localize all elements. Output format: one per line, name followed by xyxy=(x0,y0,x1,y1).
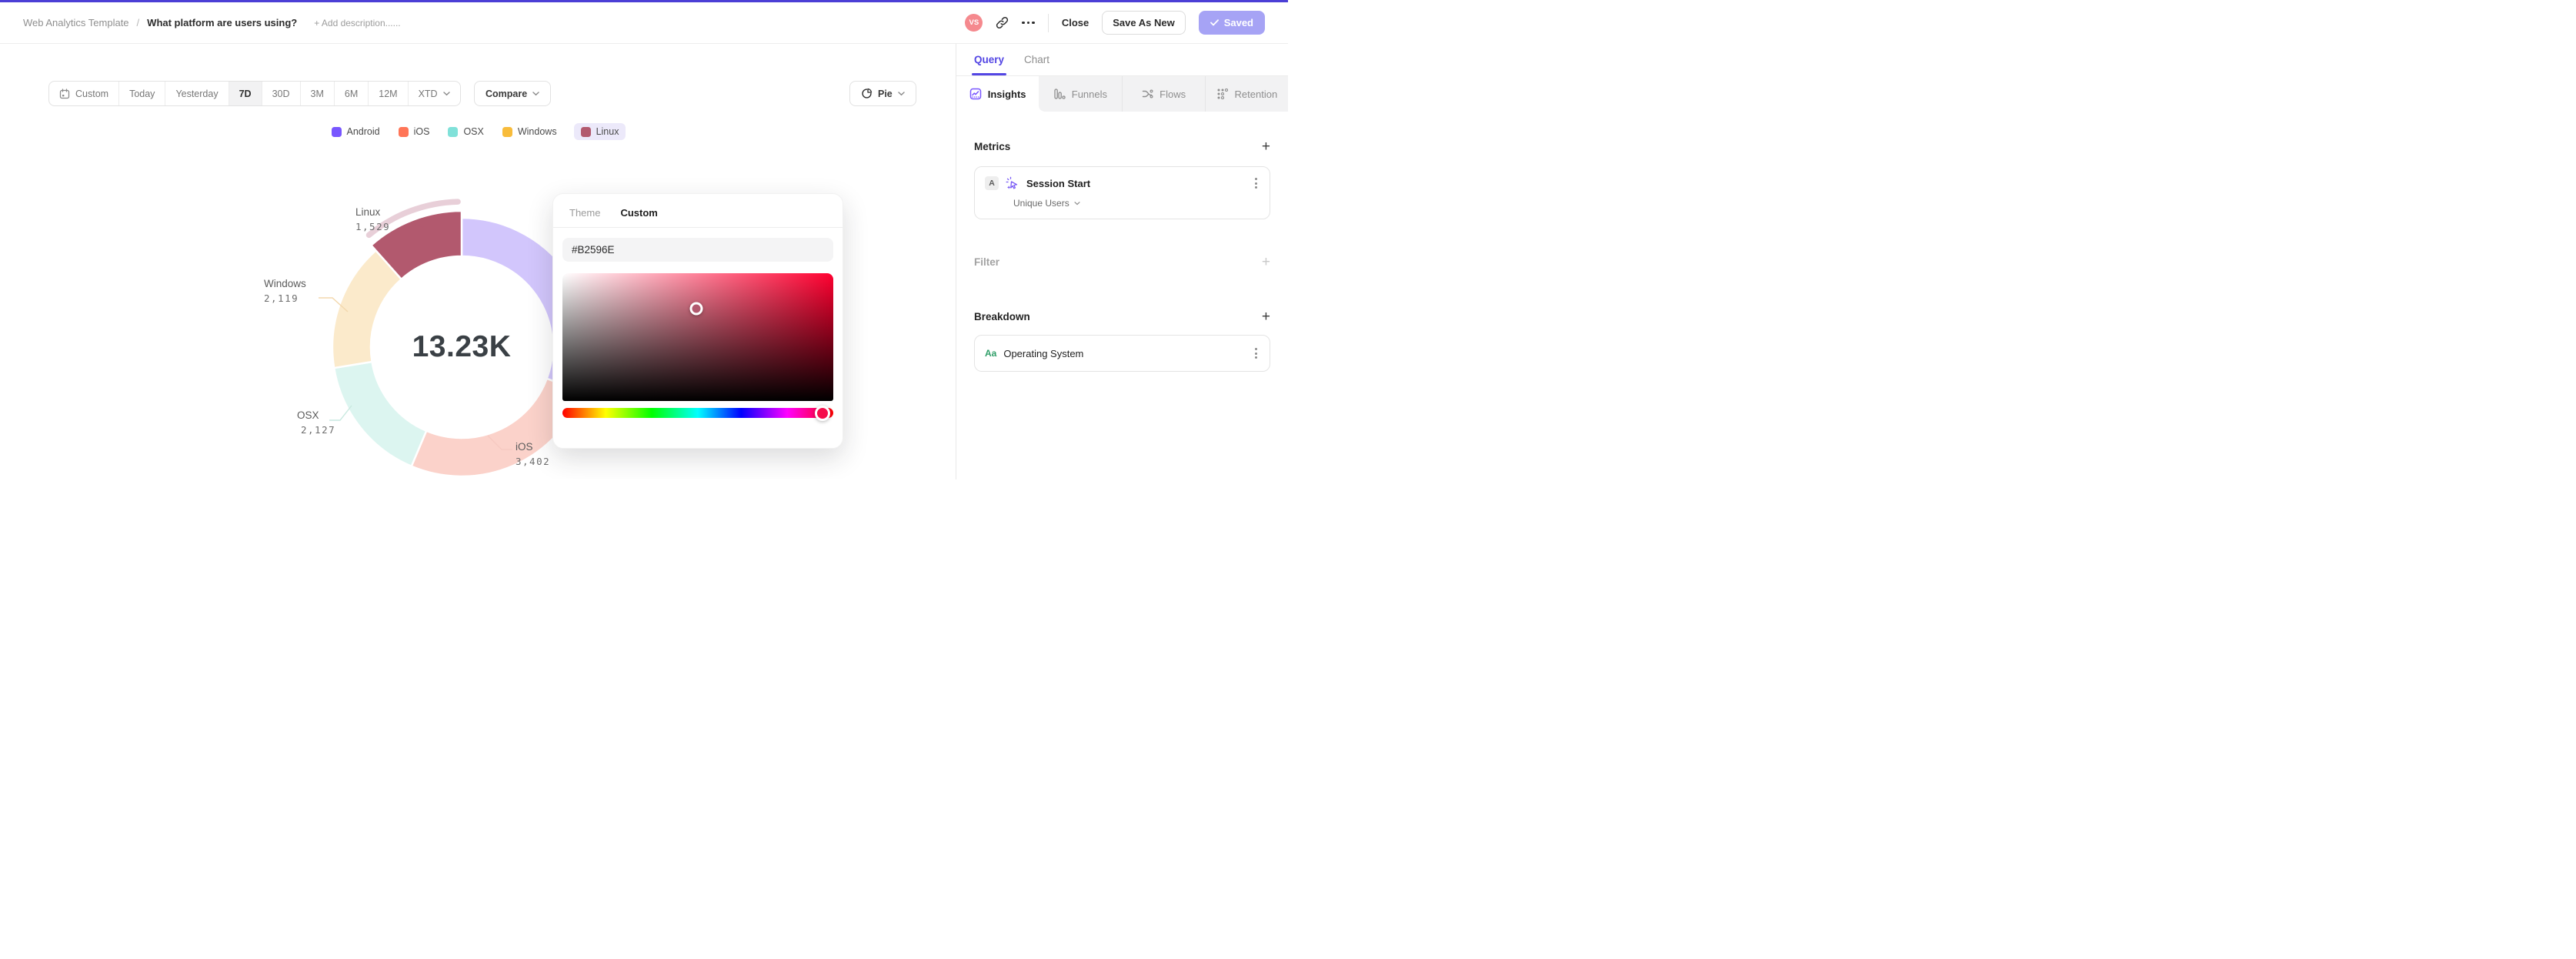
string-property-badge: Aa xyxy=(985,348,997,359)
chart-panel: Custom Today Yesterday 7D 30D 3M 6M 12M … xyxy=(0,44,956,480)
series-letter-badge: A xyxy=(985,176,999,190)
tab-query[interactable]: Query xyxy=(971,44,1007,75)
color-picker-popup: Theme Custom #B2596E xyxy=(552,193,843,449)
filter-heading: Filter xyxy=(974,256,1000,268)
avatar[interactable]: VS xyxy=(965,14,983,32)
saturation-gradient-area[interactable] xyxy=(562,273,833,401)
add-metric-button[interactable]: + xyxy=(1262,139,1270,154)
breadcrumb: Web Analytics Template / What platform a… xyxy=(23,17,401,28)
close-button[interactable]: Close xyxy=(1062,17,1089,28)
add-description-button[interactable]: + Add description...... xyxy=(314,18,400,28)
funnel-bars-icon xyxy=(1054,89,1066,99)
add-breakdown-button[interactable]: + xyxy=(1262,309,1270,324)
app-window: Web Analytics Template / What platform a… xyxy=(0,0,1288,480)
aggregation-dropdown[interactable]: Unique Users xyxy=(1013,198,1260,209)
analysis-type-tabs: Insights Funnels Flows Retention xyxy=(956,76,1288,112)
click-sparkle-icon xyxy=(1006,176,1018,189)
header-actions: VS Close Save As New Saved xyxy=(965,11,1265,35)
color-picker-tabs: Theme Custom xyxy=(553,194,843,228)
breakdown-section-header: Breakdown + xyxy=(974,309,1270,324)
metrics-heading: Metrics xyxy=(974,141,1011,152)
tab-insights[interactable]: Insights xyxy=(956,76,1039,112)
tab-custom[interactable]: Custom xyxy=(620,207,657,219)
pie-label-windows: Windows 2,119 xyxy=(264,278,306,304)
hex-color-input[interactable]: #B2596E xyxy=(562,238,833,262)
more-options-button[interactable] xyxy=(1022,21,1035,25)
tab-chart[interactable]: Chart xyxy=(1024,44,1049,75)
main-area: Custom Today Yesterday 7D 30D 3M 6M 12M … xyxy=(0,44,1288,480)
breadcrumb-separator: / xyxy=(136,17,140,28)
flows-icon xyxy=(1142,89,1153,99)
breakdown-card[interactable]: Aa Operating System xyxy=(974,335,1270,372)
save-as-new-button[interactable]: Save As New xyxy=(1102,11,1186,35)
chevron-down-icon xyxy=(1074,201,1080,206)
tab-funnels[interactable]: Funnels xyxy=(1039,76,1122,112)
metrics-section-header: Metrics + xyxy=(974,139,1270,154)
tab-theme[interactable]: Theme xyxy=(569,207,600,219)
hue-slider-handle[interactable] xyxy=(814,405,830,421)
ellipsis-icon xyxy=(1022,21,1035,25)
pie-label-ios: iOS 3,402 xyxy=(516,441,551,467)
share-link-button[interactable] xyxy=(996,16,1009,29)
metric-event-name: Session Start xyxy=(1026,177,1091,189)
header-divider xyxy=(1047,13,1049,32)
hue-slider[interactable] xyxy=(562,405,833,421)
breakdown-options-button[interactable] xyxy=(1253,346,1260,361)
sidebar-content: Metrics + A Session Start Unique Users F… xyxy=(956,112,1288,372)
donut-slice-osx[interactable] xyxy=(332,360,428,468)
metric-options-button[interactable] xyxy=(1253,175,1260,191)
retention-grid-icon xyxy=(1217,88,1228,100)
insights-chart-icon xyxy=(969,88,981,100)
header: Web Analytics Template / What platform a… xyxy=(0,2,1288,44)
metric-card[interactable]: A Session Start Unique Users xyxy=(974,166,1270,219)
link-icon xyxy=(996,16,1009,29)
breadcrumb-root[interactable]: Web Analytics Template xyxy=(23,17,129,28)
add-filter-button[interactable]: + xyxy=(1262,255,1270,269)
saturation-handle[interactable] xyxy=(689,302,703,316)
query-sidebar: Query Chart Insights Funnels Flows Reten… xyxy=(956,44,1288,480)
pie-label-linux: Linux 1,529 xyxy=(355,206,391,232)
tab-flows[interactable]: Flows xyxy=(1121,76,1205,112)
check-icon xyxy=(1210,19,1219,26)
pie-label-osx: OSX 2,127 xyxy=(297,409,336,436)
breakdown-heading: Breakdown xyxy=(974,311,1030,322)
sidebar-tabs: Query Chart xyxy=(956,44,1288,76)
saved-button[interactable]: Saved xyxy=(1198,11,1265,35)
breakdown-property-name: Operating System xyxy=(1003,347,1084,359)
donut-center-total: 13.23K xyxy=(412,330,512,363)
report-title[interactable]: What platform are users using? xyxy=(147,17,297,28)
filter-section-header: Filter + xyxy=(974,255,1270,269)
saved-label: Saved xyxy=(1223,17,1253,28)
tab-retention[interactable]: Retention xyxy=(1204,76,1288,112)
